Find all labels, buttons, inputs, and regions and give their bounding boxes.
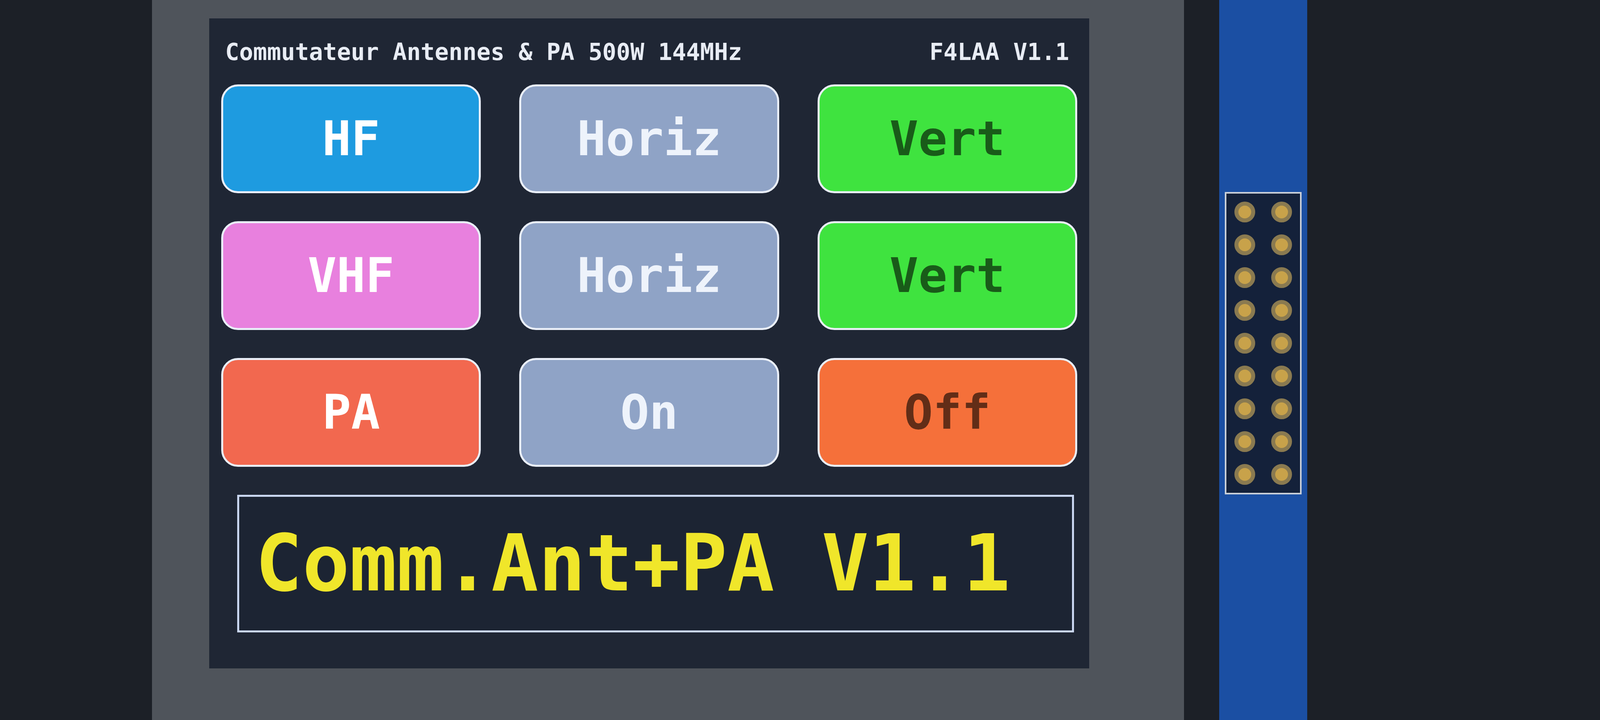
option-button[interactable]: Off [817, 358, 1078, 467]
row-label-button[interactable]: HF [221, 84, 481, 194]
header-version: F4LAA V1.1 [929, 38, 1070, 67]
pin-icon [1234, 365, 1256, 387]
header: Commutateur Antennes & PA 500W 144MHz F4L… [221, 38, 1078, 67]
pin-icon [1234, 398, 1256, 420]
pin-icon [1234, 234, 1256, 256]
pin-icon [1234, 300, 1256, 321]
button-grid: HF Horiz Vert VHF Horiz Vert PA On Off [221, 84, 1078, 467]
screen: Commutateur Antennes & PA 500W 144MHz F4L… [209, 18, 1090, 669]
pin-icon [1271, 300, 1292, 321]
option-button[interactable]: Horiz [519, 221, 779, 330]
pin-icon [1271, 234, 1292, 256]
pin-icon [1271, 267, 1292, 288]
pin-icon [1271, 464, 1292, 485]
device-photo: Commutateur Antennes & PA 500W 144MHz F4L… [0, 0, 1600, 720]
pin-icon [1234, 431, 1256, 452]
status-text: Comm.Ant+PA V1.1 [255, 520, 1011, 607]
pin-icon [1234, 267, 1256, 288]
pin-icon [1271, 365, 1292, 387]
option-button[interactable]: Vert [817, 221, 1078, 330]
screen-bezel: Commutateur Antennes & PA 500W 144MHz F4L… [152, 0, 1184, 720]
pin-icon [1271, 201, 1292, 223]
header-title: Commutateur Antennes & PA 500W 144MHz [225, 38, 742, 67]
pin-icon [1234, 464, 1256, 485]
pin-icon [1271, 398, 1292, 420]
pcb-strip [1219, 0, 1308, 720]
pin-icon [1234, 201, 1256, 223]
option-button[interactable]: On [519, 358, 779, 467]
pin-icon [1271, 431, 1292, 452]
option-button[interactable]: Vert [817, 84, 1078, 194]
status-box: Comm.Ant+PA V1.1 [237, 494, 1074, 633]
connector-pins [1224, 192, 1302, 495]
row-label-button[interactable]: VHF [221, 221, 481, 330]
row-label-button[interactable]: PA [221, 358, 481, 467]
pin-icon [1271, 332, 1292, 354]
option-button[interactable]: Horiz [519, 84, 779, 194]
pin-icon [1234, 332, 1256, 354]
